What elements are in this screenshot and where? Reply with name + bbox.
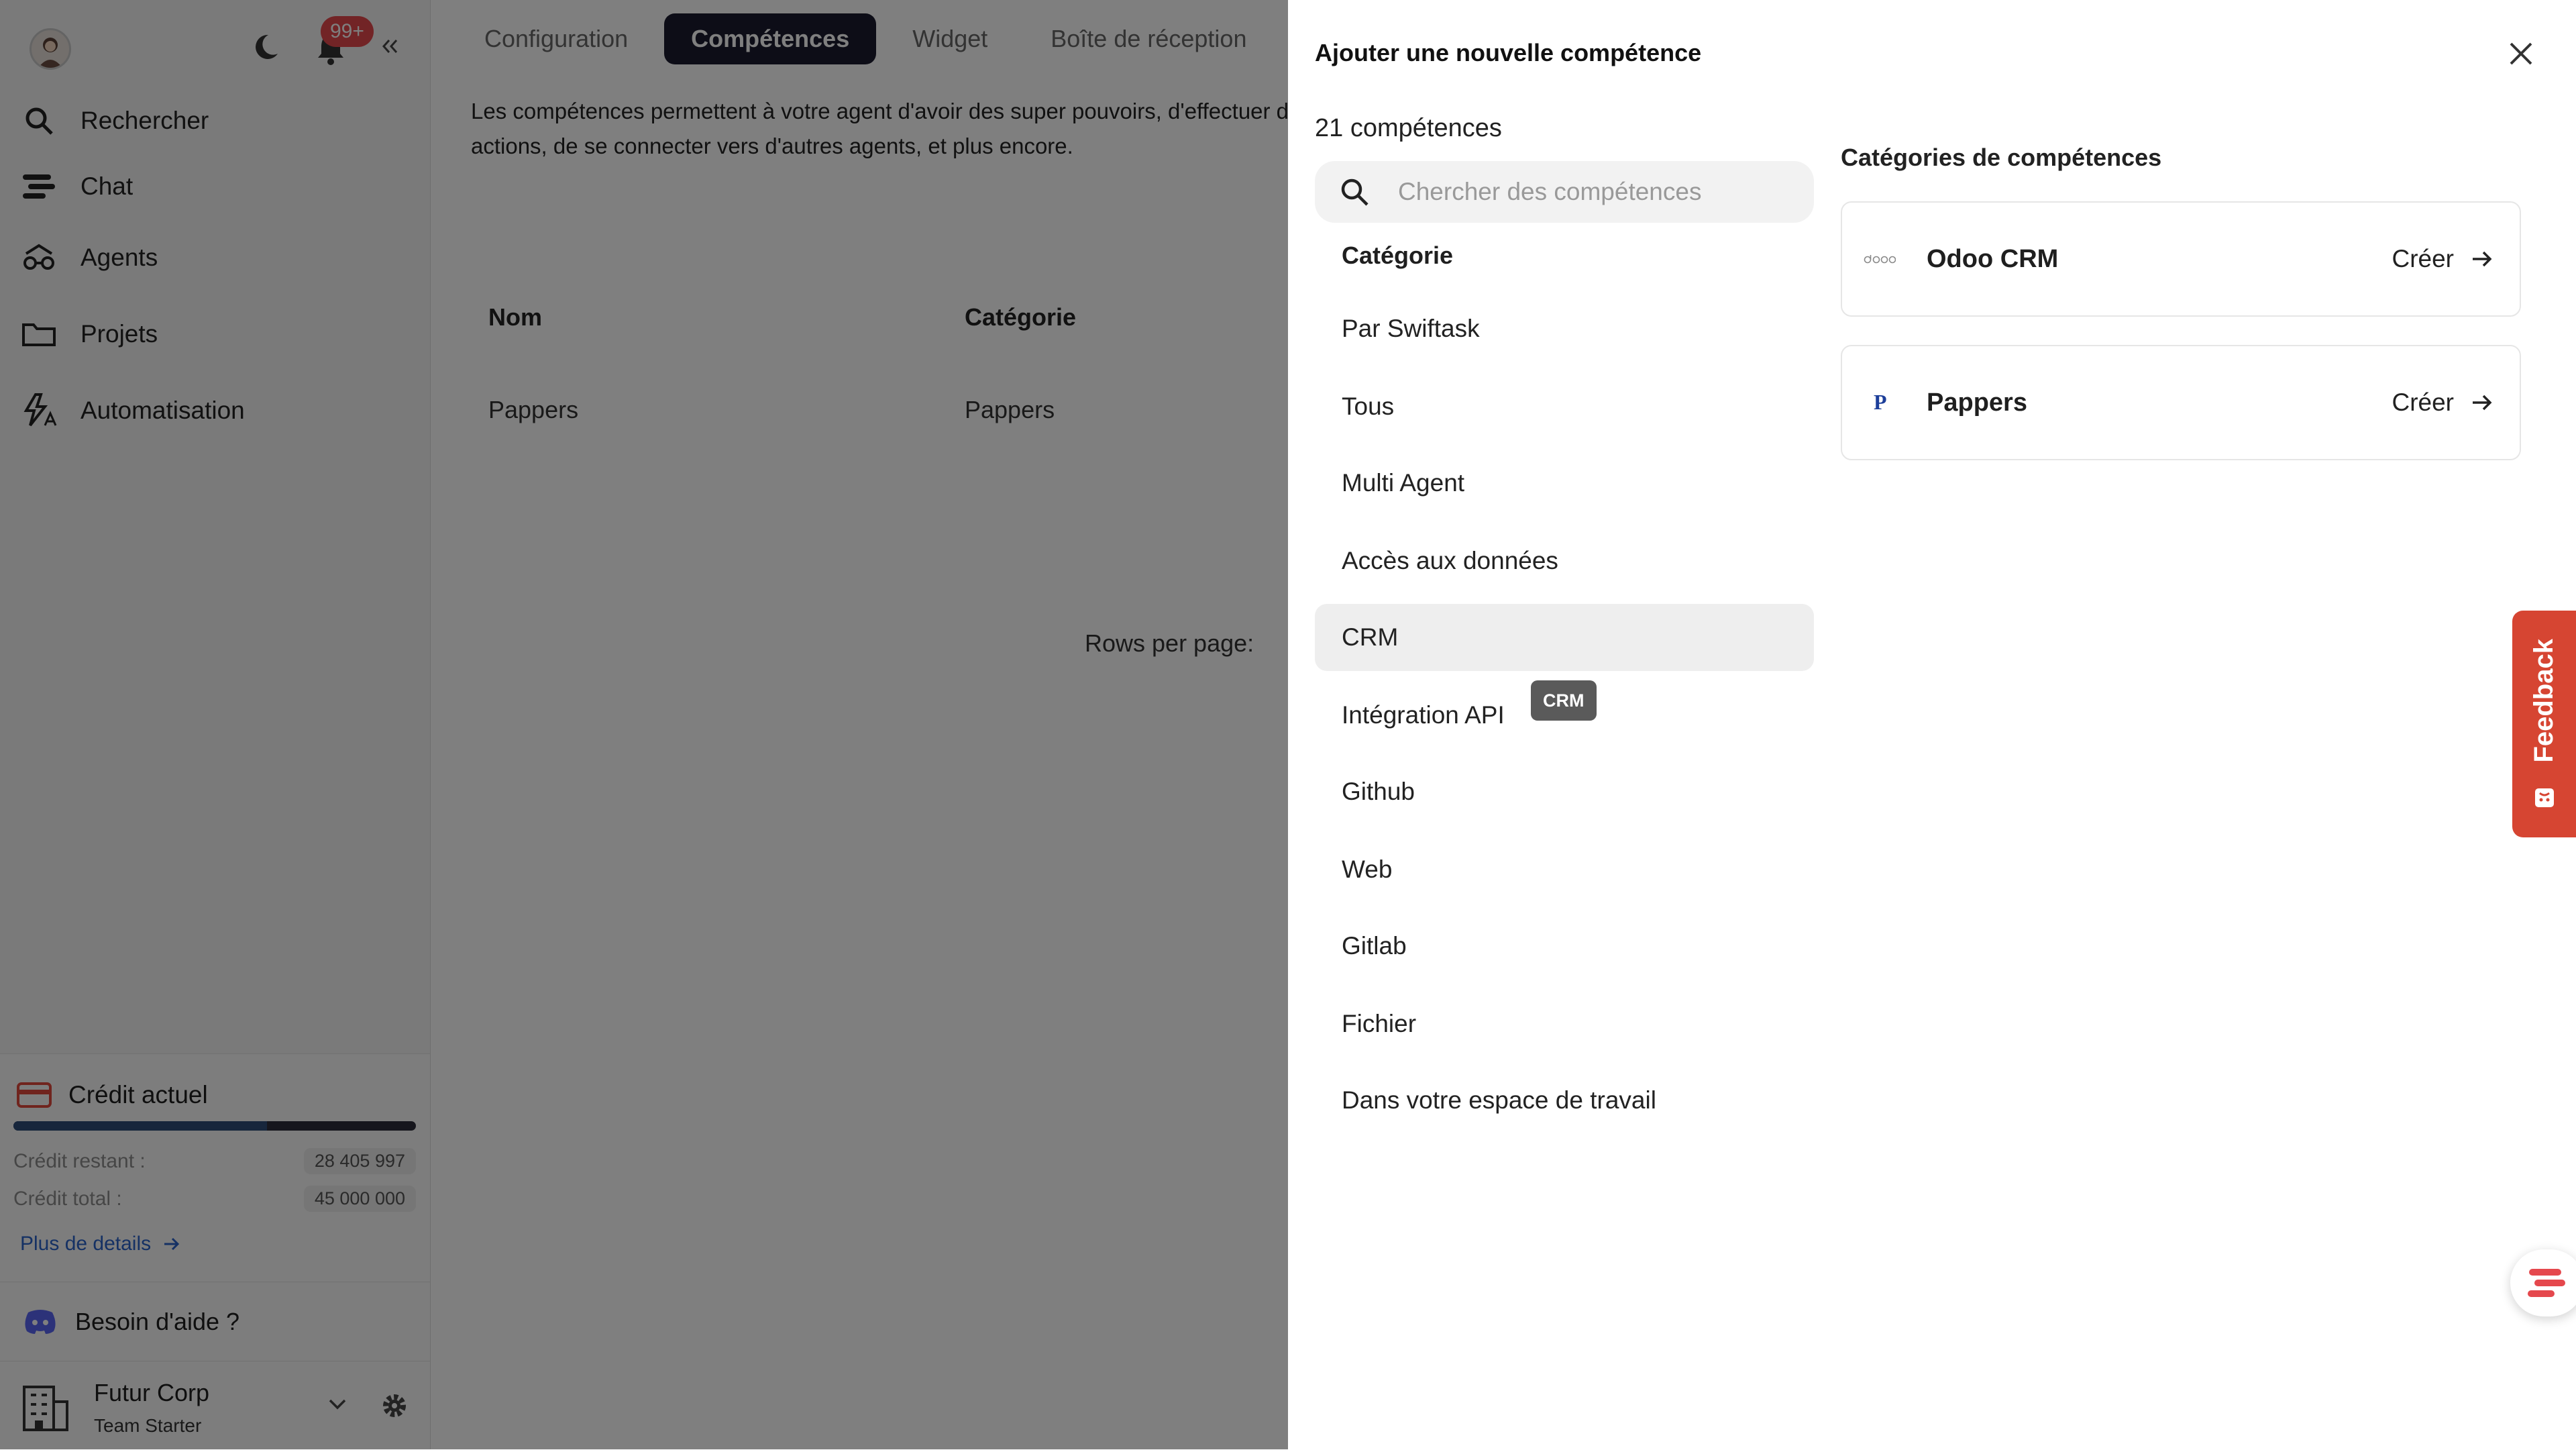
- feedback-button[interactable]: Feedback: [2512, 611, 2576, 837]
- category-item-fichier[interactable]: Fichier: [1315, 990, 1814, 1057]
- feedback-label: Feedback: [2529, 638, 2559, 763]
- skill-search-input[interactable]: [1397, 177, 1775, 207]
- category-item-crm[interactable]: CRM: [1315, 604, 1814, 671]
- search-icon: [1339, 176, 1370, 207]
- smiley-icon: [2533, 786, 2556, 809]
- arrow-right-icon: [2471, 393, 2493, 412]
- skill-categories-heading: Catégories de compétences: [1841, 144, 2162, 171]
- category-item-par-swiftask[interactable]: Par Swiftask: [1315, 295, 1814, 362]
- panel-title: Ajouter une nouvelle compétence: [1315, 39, 1702, 66]
- category-item-dans-votre-espace-de-travail[interactable]: Dans votre espace de travail: [1315, 1067, 1814, 1134]
- create-pappers-button[interactable]: Créer: [2392, 389, 2493, 417]
- add-skill-panel: Ajouter une nouvelle compétence 21 compé…: [1288, 0, 2576, 1449]
- skill-name: Odoo CRM: [1927, 244, 2059, 273]
- close-button[interactable]: [2502, 35, 2540, 72]
- chat-logo-icon: [2525, 1266, 2569, 1300]
- category-item-tous[interactable]: Tous: [1315, 373, 1814, 440]
- skills-count: 21 compétences: [1315, 114, 1502, 142]
- category-tooltip: CRM: [1531, 680, 1597, 721]
- category-item-gitlab[interactable]: Gitlab: [1315, 913, 1814, 980]
- skill-name: Pappers: [1927, 388, 2027, 417]
- skill-search-box: [1315, 161, 1814, 223]
- category-heading: Catégorie: [1342, 242, 1454, 269]
- category-item-web[interactable]: Web: [1315, 836, 1814, 903]
- category-item-acces-aux-donnees[interactable]: Accès aux données: [1315, 527, 1814, 594]
- close-icon: [2508, 40, 2534, 67]
- svg-text:P: P: [1874, 390, 1887, 414]
- category-item-multi-agent[interactable]: Multi Agent: [1315, 450, 1814, 517]
- create-odoo-crm-button[interactable]: Créer: [2392, 245, 2493, 273]
- pappers-logo-icon: P: [1862, 389, 1897, 416]
- arrow-right-icon: [2471, 250, 2493, 268]
- odoo-logo-icon: [1862, 254, 1897, 264]
- skill-card-odoo-crm[interactable]: Odoo CRM Créer: [1841, 201, 2521, 317]
- skill-card-pappers[interactable]: P Pappers Créer: [1841, 345, 2521, 460]
- category-item-github[interactable]: Github: [1315, 758, 1814, 825]
- chat-launcher-button[interactable]: [2510, 1249, 2576, 1316]
- modal-backdrop[interactable]: [0, 0, 1288, 1449]
